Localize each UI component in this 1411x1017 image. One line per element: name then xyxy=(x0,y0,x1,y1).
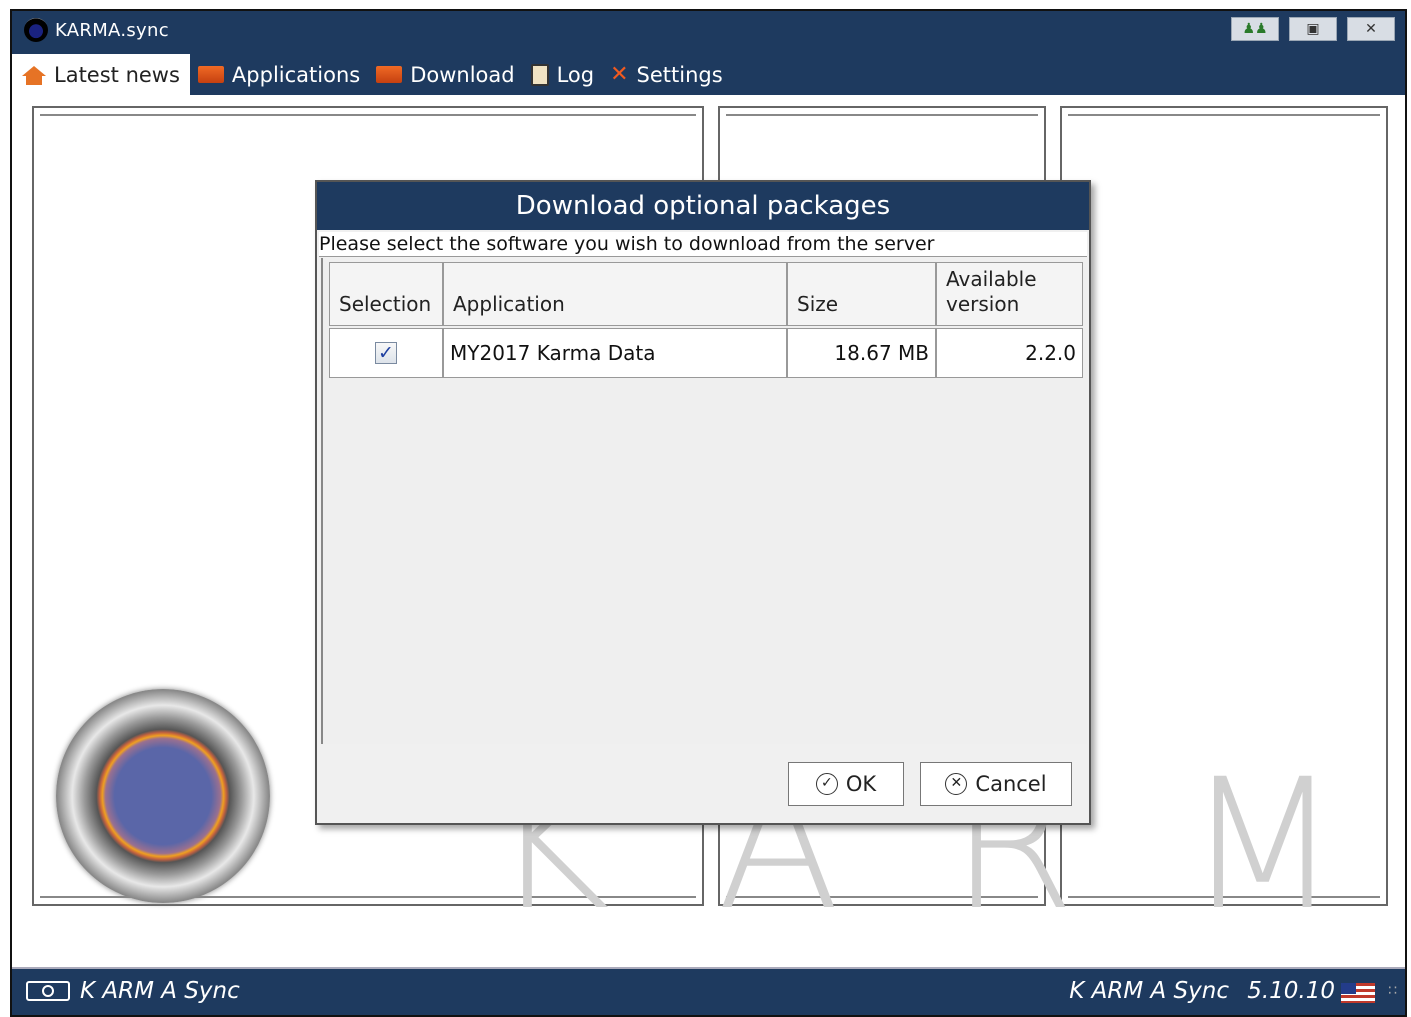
tab-label: Log xyxy=(556,62,595,87)
ok-label: OK xyxy=(845,772,877,796)
ok-button[interactable]: ✓ OK xyxy=(788,762,904,806)
us-flag-icon[interactable] xyxy=(1341,983,1375,1003)
clipboard-icon xyxy=(530,63,549,86)
cancel-circle-icon: ✕ xyxy=(945,773,968,795)
tab-label: Latest news xyxy=(54,62,180,87)
tab-log[interactable]: Log xyxy=(523,54,603,95)
check-circle-icon: ✓ xyxy=(815,773,838,795)
version-cell: 2.2.0 xyxy=(936,328,1083,378)
home-icon xyxy=(22,65,46,85)
folder-icon xyxy=(376,66,403,83)
application-cell: MY2017 Karma Data xyxy=(443,328,787,378)
tab-download[interactable]: Download xyxy=(368,54,522,95)
status-version: 5.10.10 xyxy=(1247,978,1335,1004)
folder-icon xyxy=(197,66,224,83)
app-title: KARMA.sync xyxy=(55,20,169,41)
tab-label: Settings xyxy=(636,62,723,87)
size-cell: 18.67 MB xyxy=(787,328,936,378)
karma-emblem-icon xyxy=(56,689,270,903)
column-header-selection[interactable]: Selection xyxy=(329,262,443,326)
tab-latest-news[interactable]: Latest news xyxy=(12,54,190,95)
tab-applications[interactable]: Applications xyxy=(190,54,368,95)
restore-icon: ▣ xyxy=(1306,21,1320,37)
packages-table: Selection Application Size Available ver… xyxy=(321,258,1087,744)
column-header-application[interactable]: Application xyxy=(443,262,787,326)
download-dialog: Download optional packages Please select… xyxy=(315,180,1091,825)
dialog-subtitle: Please select the software you wish to d… xyxy=(319,232,1087,257)
karma-logo-icon xyxy=(24,18,48,42)
title-bar: KARMA.sync ♟♟ ▣ ✕ Latest news Applicatio… xyxy=(12,11,1405,95)
close-button[interactable]: ✕ xyxy=(1347,17,1395,41)
tab-label: Download xyxy=(410,62,515,87)
tools-icon: ✕ xyxy=(610,62,629,87)
selection-cell: ✓ xyxy=(329,328,443,378)
table-row[interactable]: ✓ MY2017 Karma Data 18.67 MB 2.2.0 xyxy=(329,328,1083,378)
select-checkbox[interactable]: ✓ xyxy=(375,342,397,364)
tab-label: Applications xyxy=(231,62,361,87)
main-nav: Latest news Applications Download Log ✕ … xyxy=(12,54,731,95)
status-app-name: K ARM A Sync xyxy=(80,978,240,1004)
tab-settings[interactable]: ✕ Settings xyxy=(602,54,731,95)
cancel-button[interactable]: ✕ Cancel xyxy=(920,762,1072,806)
users-icon: ♟♟ xyxy=(1242,21,1268,37)
restore-button[interactable]: ▣ xyxy=(1289,17,1337,41)
connection-icon xyxy=(26,981,70,1001)
cancel-label: Cancel xyxy=(975,772,1047,796)
resize-grip-icon[interactable]: ∷ xyxy=(1388,983,1397,999)
status-app-name-right: K ARM A Sync xyxy=(1069,978,1229,1004)
dialog-title: Download optional packages xyxy=(317,182,1089,230)
status-bar: K ARM A Sync K ARM A Sync 5.10.10 ∷ xyxy=(12,967,1405,1015)
close-icon: ✕ xyxy=(1365,21,1377,37)
users-button[interactable]: ♟♟ xyxy=(1231,17,1279,41)
table-header: Selection Application Size Available ver… xyxy=(329,262,1083,328)
column-header-size[interactable]: Size xyxy=(787,262,936,326)
column-header-version[interactable]: Available version xyxy=(936,262,1083,326)
